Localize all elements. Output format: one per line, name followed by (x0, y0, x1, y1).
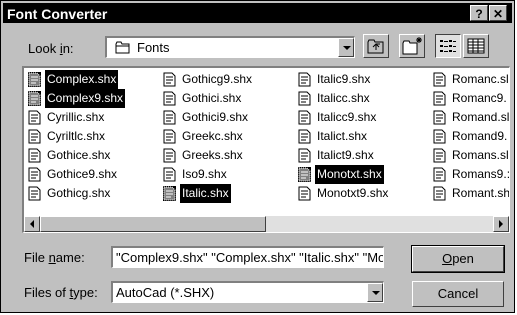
file-name-label: File name: (24, 250, 85, 265)
details-view-icon (467, 38, 485, 54)
horizontal-scrollbar[interactable] (24, 216, 509, 232)
look-in-value: Fonts (137, 40, 170, 55)
files-of-type-label: Files of type: (24, 285, 98, 300)
shx-file-icon (28, 167, 41, 182)
file-item-label: Romans.sl (452, 148, 509, 162)
shx-file-icon (163, 72, 176, 87)
files-of-type-dropdown[interactable]: AutoCad (*.SHX) (111, 281, 384, 303)
file-item-label: Complex9.shx (45, 89, 126, 108)
shx-file-icon (163, 91, 176, 106)
open-button[interactable]: Open (411, 245, 505, 273)
file-item-label: Romant.sh (452, 186, 510, 200)
shx-file-icon (433, 167, 446, 182)
file-item-label: Gothice.shx (47, 148, 111, 162)
shx-file-icon (28, 148, 41, 163)
file-name-value: "Complex9.shx" "Complex.shx" "Italic.shx… (116, 250, 384, 265)
shx-file-icon (298, 91, 311, 106)
shx-file-icon (433, 110, 446, 125)
file-item-label: Iso9.shx (182, 167, 227, 181)
file-item-label: Gothicg9.shx (182, 72, 253, 86)
help-button[interactable]: ? (470, 5, 488, 21)
title-bar[interactable]: Font Converter ? ✕ (3, 3, 512, 23)
look-in-dropdown[interactable]: Fonts (105, 36, 355, 58)
shx-file-icon (433, 148, 446, 163)
font-converter-dialog: Font Converter ? ✕ Look in: Fonts Comple… (0, 0, 515, 313)
shx-file-icon (298, 110, 311, 125)
chevron-down-icon[interactable] (367, 283, 383, 302)
file-item-label: Italicc.shx (317, 91, 370, 105)
shx-file-icon (433, 129, 446, 144)
shx-file-icon (163, 186, 176, 201)
shx-file-icon (28, 110, 41, 125)
file-item-label: Greeks.shx (182, 148, 243, 162)
window-title: Font Converter (7, 6, 108, 22)
shx-file-icon (298, 72, 311, 87)
create-new-folder-button[interactable] (399, 34, 425, 58)
file-item-label: Romanc.sl (452, 72, 509, 86)
shx-file-icon (298, 129, 311, 144)
cancel-button[interactable]: Cancel (412, 281, 504, 307)
file-item-label: Monotxt.shx (315, 165, 384, 184)
file-item-label: Cyriltlc.shx (47, 129, 106, 143)
shx-file-icon (298, 167, 311, 182)
scroll-right-button[interactable] (493, 216, 509, 232)
shx-file-icon (28, 129, 41, 144)
file-item-label: Gothice9.shx (47, 167, 118, 181)
file-item-label: Romand9. (452, 129, 508, 143)
file-item-label: Italic9.shx (317, 72, 371, 86)
file-item-label: Gothici.shx (182, 91, 242, 105)
file-item-label: Romanc9. (452, 91, 507, 105)
list-view-icon (440, 40, 456, 52)
shx-file-icon (433, 91, 446, 106)
up-one-level-button[interactable] (363, 34, 389, 58)
shx-file-icon (28, 186, 41, 201)
triangle-left-icon (30, 220, 34, 228)
list-view-button[interactable] (435, 34, 461, 58)
file-item-label: Romand.sl (452, 110, 510, 124)
close-button[interactable]: ✕ (489, 5, 507, 21)
folder-icon (115, 41, 130, 54)
file-item-label: Cyrillic.shx (47, 110, 105, 124)
file-item-label: Greekc.shx (182, 129, 243, 143)
scroll-left-button[interactable] (24, 216, 40, 232)
new-folder-icon (402, 37, 422, 55)
folder-up-icon (367, 39, 384, 54)
shx-file-icon (433, 186, 446, 201)
file-name-input[interactable]: "Complex9.shx" "Complex.shx" "Italic.shx… (111, 246, 384, 268)
shx-file-icon (163, 167, 176, 182)
file-item-label: Complex.shx (45, 70, 119, 89)
shx-file-icon (163, 129, 176, 144)
shx-file-icon (433, 72, 446, 87)
look-in-label: Look in: (28, 41, 74, 56)
file-list[interactable]: Complex.shx Complex9.shx Cyrillic.shx Cyril… (22, 66, 510, 233)
file-item-label: Monotxt9.shx (317, 186, 389, 200)
shx-file-icon (28, 91, 41, 106)
shx-file-icon (298, 148, 311, 163)
file-item-label: Gothici9.shx (182, 110, 249, 124)
shx-file-icon (163, 110, 176, 125)
shx-file-icon (163, 148, 176, 163)
file-item-label: Gothicg.shx (47, 186, 111, 200)
file-item-label: Italic.shx (180, 184, 231, 203)
details-view-button[interactable] (463, 34, 489, 58)
triangle-right-icon (499, 220, 503, 228)
file-item-label: Italict.shx (317, 129, 368, 143)
shx-file-icon (28, 72, 41, 87)
file-item-label: Italict9.shx (317, 148, 374, 162)
shx-file-icon (298, 186, 311, 201)
file-item-label: Romans9.: (452, 167, 510, 181)
files-of-type-value: AutoCad (*.SHX) (116, 285, 215, 300)
file-item-label: Italicc9.shx (317, 110, 377, 124)
chevron-down-icon[interactable] (338, 38, 354, 57)
scroll-thumb[interactable] (40, 216, 266, 232)
